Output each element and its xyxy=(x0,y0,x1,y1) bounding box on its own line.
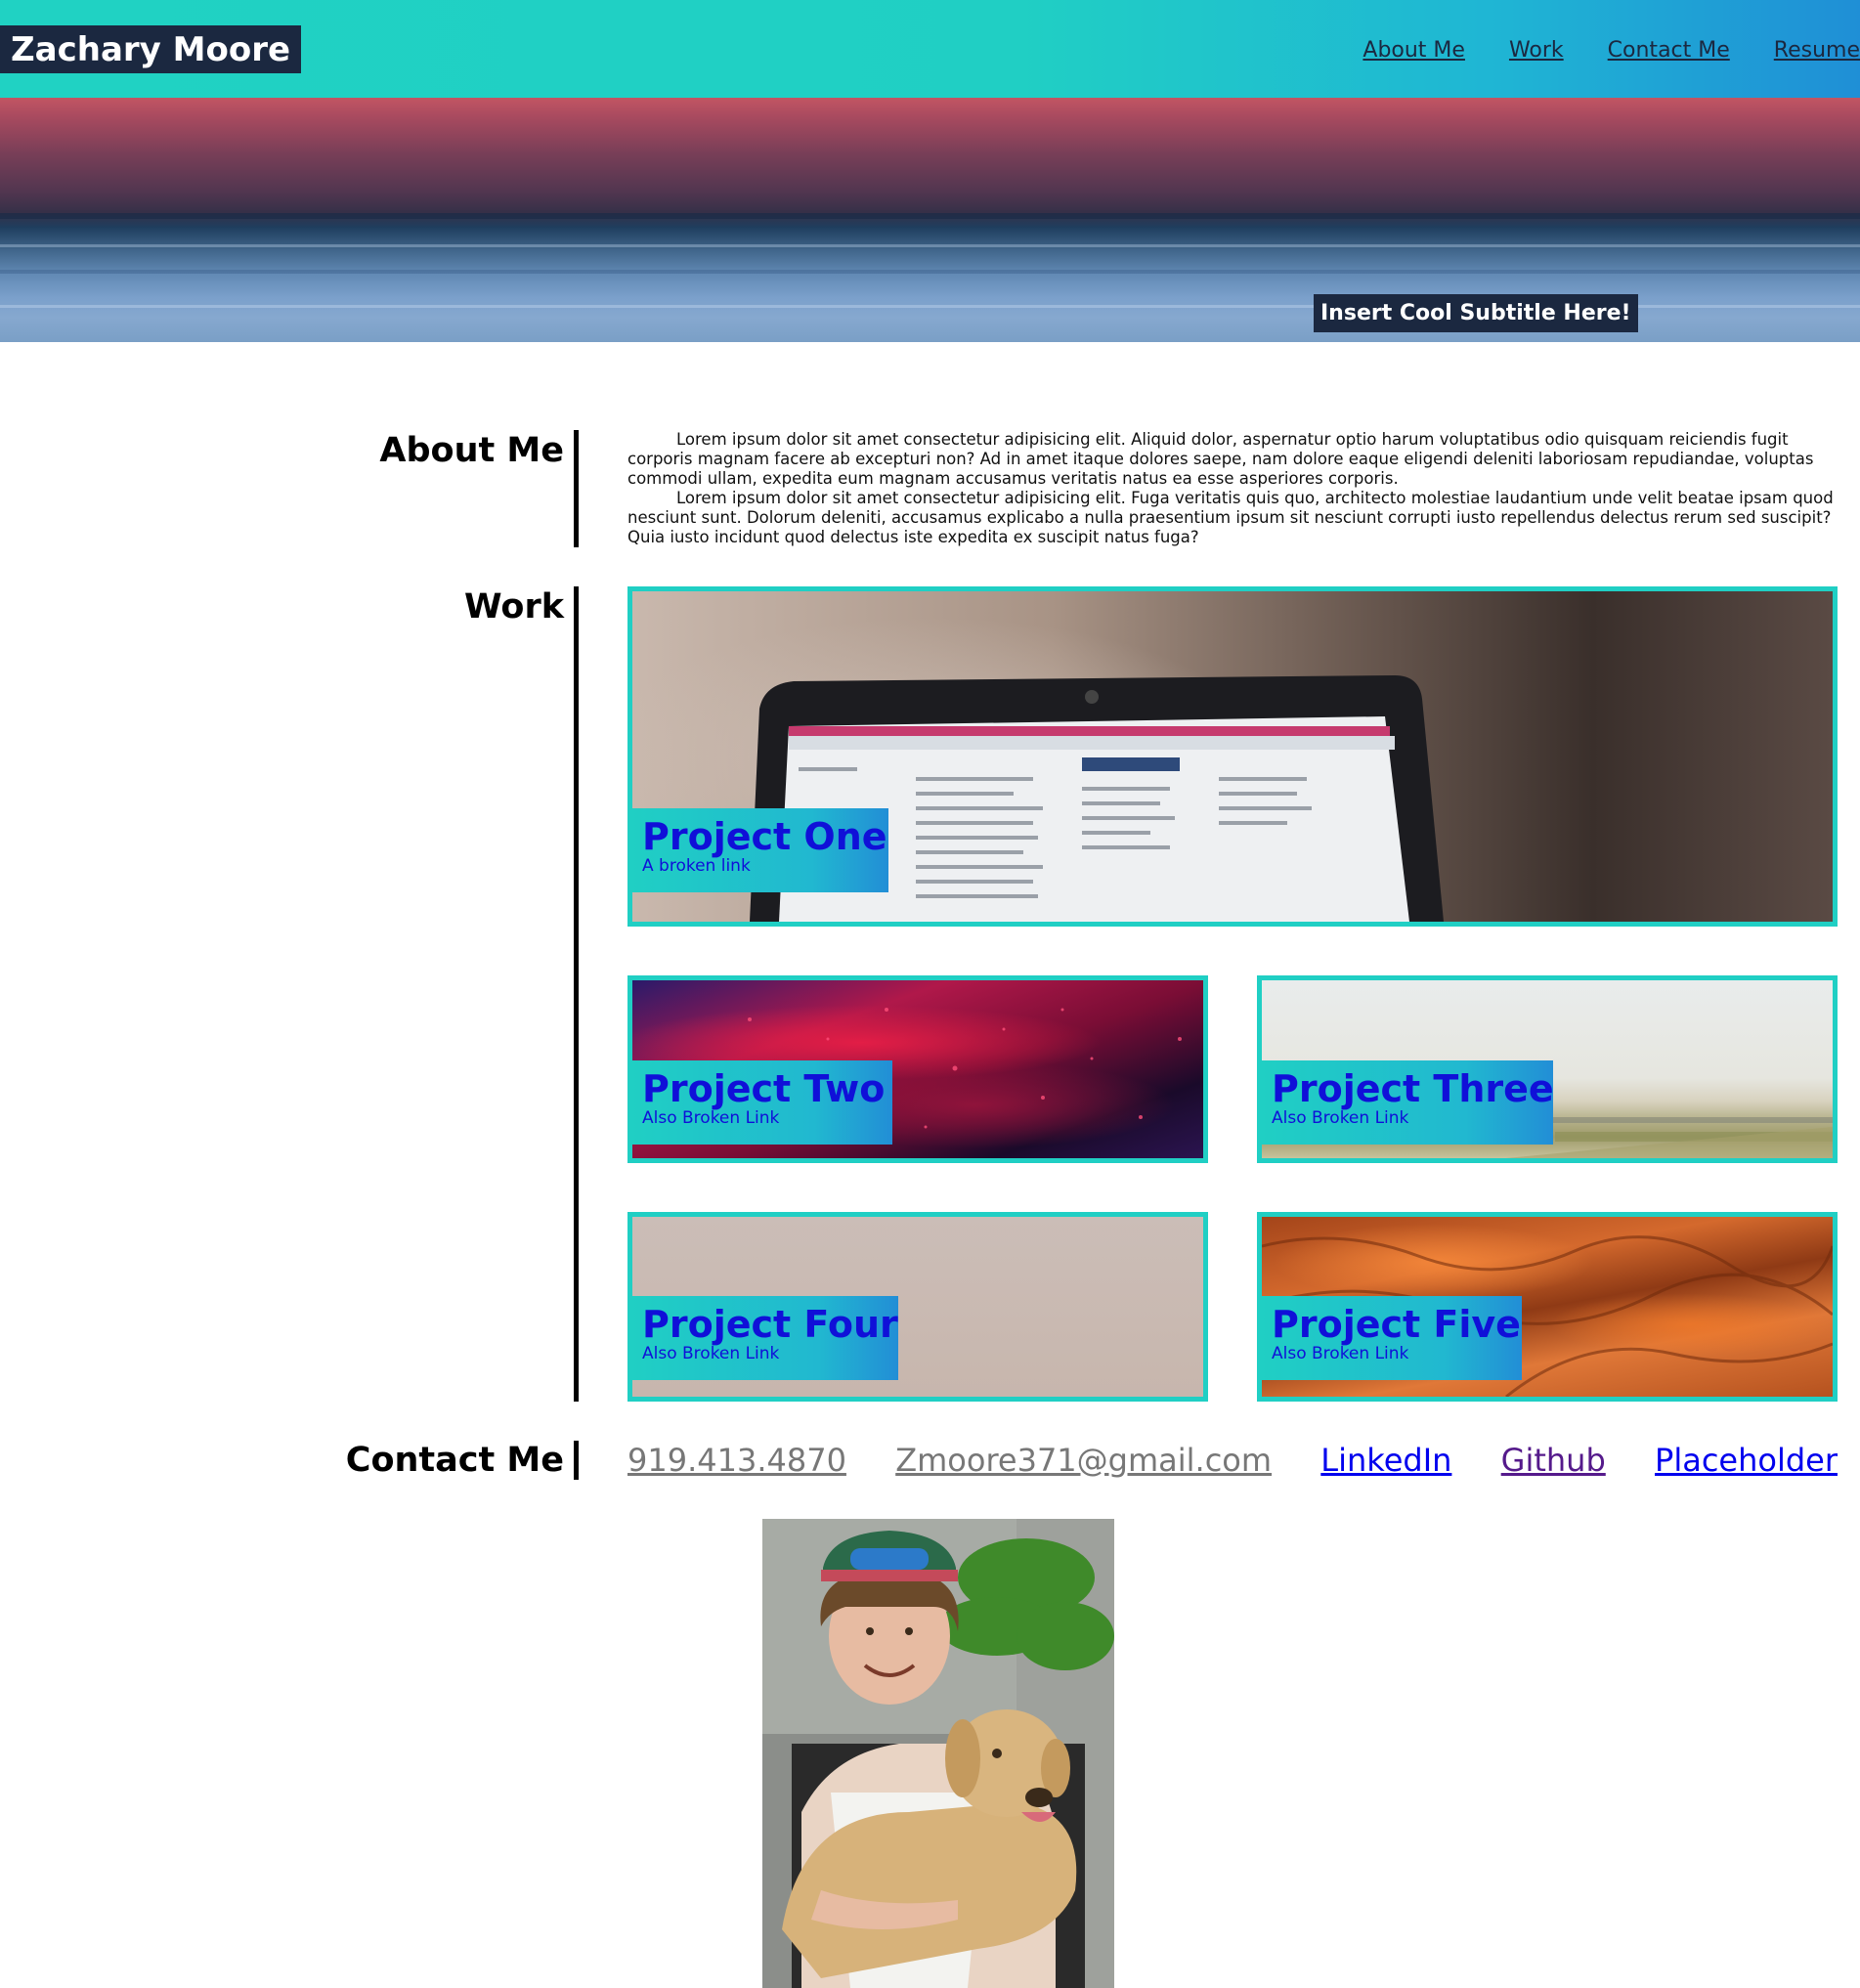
project-card-five[interactable]: Project Five Also Broken Link xyxy=(1257,1212,1838,1402)
contact-github-link[interactable]: Github xyxy=(1501,1441,1606,1480)
project-title: Project Two xyxy=(642,1067,886,1110)
project-title: Project Three xyxy=(1272,1067,1554,1110)
profile-photo xyxy=(762,1519,1114,1988)
contact-section-title: Contact Me xyxy=(345,1441,564,1480)
contact-divider xyxy=(574,1441,579,1480)
hero-water-streak xyxy=(0,270,1860,274)
project-card-one[interactable]: Project One A broken link xyxy=(627,586,1838,927)
hero-banner: Insert Cool Subtitle Here! xyxy=(0,98,1860,342)
main-nav: About Me Work Contact Me Resume xyxy=(1319,37,1860,65)
project-subtitle: Also Broken Link xyxy=(1272,1344,1409,1363)
project-title: Project Five xyxy=(1272,1303,1521,1346)
project-four-label: Project Four Also Broken Link xyxy=(632,1296,898,1380)
about-text: Lorem ipsum dolor sit amet consectetur a… xyxy=(627,430,1838,547)
profile-photo-illustration xyxy=(762,1519,1114,1988)
nav-link-resume[interactable]: Resume xyxy=(1774,37,1860,65)
site-brand[interactable]: Zachary Moore xyxy=(0,25,302,73)
project-subtitle: Also Broken Link xyxy=(642,1108,780,1128)
hero-water-streak xyxy=(0,244,1860,247)
contact-email-link[interactable]: Zmoore371@gmail.com xyxy=(895,1441,1272,1480)
hero-horizon-line xyxy=(0,213,1860,219)
project-one-label: Project One A broken link xyxy=(632,808,888,892)
nav-link-about-me[interactable]: About Me xyxy=(1363,37,1465,65)
project-subtitle: Also Broken Link xyxy=(642,1344,780,1363)
project-subtitle: A broken link xyxy=(642,856,751,876)
work-section-title: Work xyxy=(464,587,564,627)
contact-placeholder-link[interactable]: Placeholder xyxy=(1655,1441,1838,1480)
project-title: Project One xyxy=(642,815,887,858)
hero-subtitle: Insert Cool Subtitle Here! xyxy=(1314,294,1638,332)
contact-phone-link[interactable]: 919.413.4870 xyxy=(627,1441,846,1480)
contact-linkedin-link[interactable]: LinkedIn xyxy=(1320,1441,1451,1480)
contact-links: 919.413.4870 Zmoore371@gmail.com LinkedI… xyxy=(627,1441,1838,1480)
about-divider xyxy=(574,430,579,547)
site-header: Zachary Moore About Me Work Contact Me R… xyxy=(0,0,1860,98)
work-divider xyxy=(574,586,579,1402)
project-subtitle: Also Broken Link xyxy=(1272,1108,1409,1128)
project-title: Project Four xyxy=(642,1303,898,1346)
nav-link-work[interactable]: Work xyxy=(1509,37,1564,65)
project-two-label: Project Two Also Broken Link xyxy=(632,1060,892,1145)
nav-link-contact-me[interactable]: Contact Me xyxy=(1608,37,1730,65)
project-three-label: Project Three Also Broken Link xyxy=(1262,1060,1554,1145)
project-five-label: Project Five Also Broken Link xyxy=(1262,1296,1522,1380)
project-card-three[interactable]: Project Three Also Broken Link xyxy=(1257,975,1838,1163)
about-paragraph: Lorem ipsum dolor sit amet consectetur a… xyxy=(627,430,1814,488)
project-card-four[interactable]: Project Four Also Broken Link xyxy=(627,1212,1208,1402)
project-card-two[interactable]: Project Two Also Broken Link xyxy=(627,975,1208,1163)
about-section-title: About Me xyxy=(379,431,564,470)
about-paragraph: Lorem ipsum dolor sit amet consectetur a… xyxy=(627,489,1834,546)
